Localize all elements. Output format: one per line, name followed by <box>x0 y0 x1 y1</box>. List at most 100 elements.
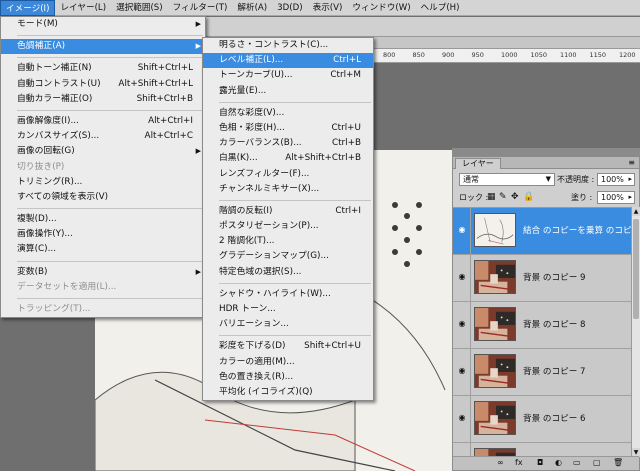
panel-tab-row: レイヤー ≡ <box>453 157 639 169</box>
adjust_menu-item-24[interactable]: 色の置き換え(R)... <box>203 370 373 385</box>
blend-mode-select[interactable]: 通常 ▼ <box>459 173 555 186</box>
adjust_menu-item-22[interactable]: 彩度を下げる(D) Shift+Ctrl+U <box>203 339 373 354</box>
menu-item-label: レベル補正(L)... <box>219 55 284 66</box>
menu-item-shortcut: Ctrl+M <box>330 70 361 81</box>
image_menu-item-12[interactable]: トリミング(R)... <box>1 175 205 190</box>
opacity-label: 不透明度 : <box>557 175 595 184</box>
menubar-item-5[interactable]: 3D(D) <box>272 0 307 16</box>
layer-list-scrollbar[interactable]: ▲ ▼ <box>631 207 640 457</box>
menubar-item-6[interactable]: 表示(V) <box>308 0 348 16</box>
new-group-icon[interactable]: ▭ <box>573 458 581 467</box>
tab-layers[interactable]: レイヤー <box>455 158 501 169</box>
scroll-thumb[interactable] <box>633 219 639 319</box>
eye-icon[interactable]: ◉ <box>457 319 467 329</box>
ruler-tick-label: 1050 <box>530 51 548 59</box>
adjust_menu-item-0[interactable]: 明るさ・コントラスト(C)... <box>203 38 373 53</box>
menubar-item-0[interactable]: イメージ(I) <box>0 0 56 16</box>
visibility-toggle[interactable]: ◉ <box>453 208 471 254</box>
layer-row[interactable]: ◉背景 のコピー 5 <box>453 443 631 457</box>
adjust_menu-item-9[interactable]: レンズフィルター(F)... <box>203 167 373 182</box>
adjust_menu-item-25[interactable]: 平均化 (イコライズ)(Q) <box>203 385 373 400</box>
delete-layer-icon[interactable]: 🗑 <box>613 458 623 467</box>
panel-header-strip[interactable] <box>453 149 639 157</box>
adjust_menu-item-18[interactable]: シャドウ・ハイライト(W)... <box>203 287 373 302</box>
menubar-item-2[interactable]: 選択範囲(S) <box>111 0 168 16</box>
image_menu-item-13[interactable]: すべての領域を表示(V) <box>1 190 205 205</box>
eye-icon[interactable]: ◉ <box>457 272 467 282</box>
adjust_menu-item-19[interactable]: HDR トーン... <box>203 302 373 317</box>
lock-all-icon[interactable]: 🔒 <box>523 192 534 202</box>
menu-item-label: 特定色域の選択(S)... <box>219 266 302 277</box>
add-mask-icon[interactable]: ◘ <box>537 458 543 467</box>
menu-item-label: 階調の反転(I) <box>219 205 273 216</box>
layer-thumbnail <box>474 354 516 388</box>
adjust_menu-item-8[interactable]: 白黒(K)... Alt+Shift+Ctrl+B <box>203 151 373 166</box>
adjust_menu-item-20[interactable]: バリエーション... <box>203 317 373 332</box>
eye-icon[interactable]: ◉ <box>457 413 467 423</box>
fill-field[interactable]: 100% ▸ <box>597 191 635 204</box>
image_menu-item-0[interactable]: モード(M) ▶ <box>1 17 205 32</box>
image_menu-item-10[interactable]: 画像の回転(G) ▶ <box>1 144 205 159</box>
eye-icon[interactable]: ◉ <box>457 366 467 376</box>
eye-icon[interactable]: ◉ <box>457 225 467 235</box>
layer-row[interactable]: ◉ 背景 のコピー 9 <box>453 255 631 302</box>
menubar-item-7[interactable]: ウィンドウ(W) <box>347 0 415 16</box>
adjust_menu-item-16[interactable]: 特定色域の選択(S)... <box>203 265 373 280</box>
layer-row[interactable]: ◉ 結合 のコピーを乗算 のコピー <box>453 208 631 255</box>
adjust_menu-item-1[interactable]: レベル補正(L)... Ctrl+L <box>203 53 373 69</box>
panel-menu-icon[interactable]: ≡ <box>628 158 635 167</box>
opacity-field[interactable]: 100% ▸ <box>597 173 635 186</box>
new-layer-icon[interactable]: ▢ <box>593 458 601 467</box>
adjust_menu-item-6[interactable]: 色相・彩度(H)... Ctrl+U <box>203 121 373 136</box>
adjust_menu-item-13[interactable]: ポスタリゼーション(P)... <box>203 219 373 234</box>
image_menu-item-11: 切り抜き(P) <box>1 160 205 175</box>
visibility-toggle[interactable]: ◉ <box>453 349 471 395</box>
adjust_menu-item-2[interactable]: トーンカーブ(U)... Ctrl+M <box>203 68 373 83</box>
menu-item-label: チャンネルミキサー(X)... <box>219 183 320 194</box>
menubar-item-1[interactable]: レイヤー(L) <box>55 0 111 16</box>
menubar-item-8[interactable]: ヘルプ(H) <box>416 0 465 16</box>
image_menu-item-4[interactable]: 自動トーン補正(N) Shift+Ctrl+L <box>1 61 205 76</box>
submenu-arrow-icon: ▶ <box>195 20 201 28</box>
adjust_menu-item-12[interactable]: 階調の反転(I) Ctrl+I <box>203 204 373 219</box>
menu-item-shortcut: Shift+Ctrl+L <box>137 63 193 74</box>
adjust_menu-item-7[interactable]: カラーバランス(B)... Ctrl+B <box>203 136 373 151</box>
layer-thumbnail <box>474 260 516 294</box>
image_menu-item-9[interactable]: カンバスサイズ(S)... Alt+Ctrl+C <box>1 129 205 144</box>
scroll-up-icon[interactable]: ▲ <box>632 207 640 216</box>
adjust_menu-item-3[interactable]: 露光量(E)... <box>203 84 373 99</box>
layer-row[interactable]: ◉ 背景 のコピー 8 <box>453 302 631 349</box>
image_menu-item-8[interactable]: 画像解像度(I)... Alt+Ctrl+I <box>1 114 205 129</box>
menubar-item-4[interactable]: 解析(A) <box>232 0 272 16</box>
lock-transparency-icon[interactable]: ▦ <box>487 192 496 202</box>
image_menu-item-16[interactable]: 画像操作(Y)... <box>1 227 205 242</box>
layer-row[interactable]: ◉ 背景 のコピー 7 <box>453 349 631 396</box>
lock-label: ロック : <box>459 193 489 202</box>
lock-paint-icon[interactable]: ✎ <box>499 192 507 202</box>
lock-position-icon[interactable]: ✥ <box>511 192 519 202</box>
adjust_menu-item-15[interactable]: グラデーションマップ(G)... <box>203 249 373 264</box>
adjustment-layer-icon[interactable]: ◐ <box>555 458 562 467</box>
layer-style-icon[interactable]: fx <box>515 458 523 467</box>
adjust_menu-item-23[interactable]: カラーの適用(M)... <box>203 355 373 370</box>
adjust_menu-item-10[interactable]: チャンネルミキサー(X)... <box>203 182 373 197</box>
image_menu-item-20: データセットを適用(L)... <box>1 280 205 295</box>
adjust_menu-item-14[interactable]: 2 階調化(T)... <box>203 234 373 249</box>
image_menu-item-15[interactable]: 複製(D)... <box>1 212 205 227</box>
visibility-toggle[interactable]: ◉ <box>453 396 471 442</box>
visibility-toggle[interactable]: ◉ <box>453 255 471 301</box>
image_menu-item-6[interactable]: 自動カラー補正(O) Shift+Ctrl+B <box>1 92 205 107</box>
image_menu-item-5[interactable]: 自動コントラスト(U) Alt+Shift+Ctrl+L <box>1 77 205 92</box>
menu-item-label: 変数(B) <box>17 266 48 277</box>
link-layers-icon[interactable]: ∞ <box>497 458 504 467</box>
visibility-toggle[interactable]: ◉ <box>453 302 471 348</box>
visibility-toggle[interactable]: ◉ <box>453 443 471 457</box>
layer-row[interactable]: ◉ 背景 のコピー 6 <box>453 396 631 443</box>
image_menu-item-17[interactable]: 演算(C)... <box>1 242 205 257</box>
image_menu-item-19[interactable]: 変数(B) ▶ <box>1 265 205 280</box>
menu-item-label: データセットを適用(L)... <box>17 281 117 292</box>
image_menu-item-2[interactable]: 色調補正(A) ▶ <box>1 39 205 55</box>
menubar-item-3[interactable]: フィルター(T) <box>168 0 233 16</box>
adjust_menu-item-5[interactable]: 自然な彩度(V)... <box>203 106 373 121</box>
ruler-tick-label: 950 <box>471 51 484 59</box>
